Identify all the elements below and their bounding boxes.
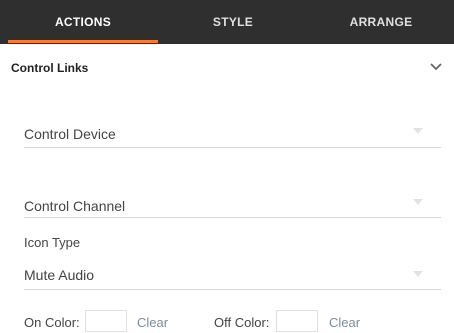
chevron-down-icon[interactable]: [429, 62, 443, 72]
field-underline: [24, 147, 441, 148]
tab-bar: ACTIONS STYLE ARRANGE: [0, 0, 454, 44]
off-color-label: Off Color:: [214, 315, 270, 330]
section-title: Control Links: [11, 61, 89, 75]
color-row: On Color: Clear Off Color: Clear: [0, 310, 454, 332]
tab-style[interactable]: STYLE: [158, 0, 308, 44]
dropdown-caret-icon: [413, 128, 423, 134]
tab-arrange[interactable]: ARRANGE: [308, 0, 454, 44]
icon-type-label: Icon Type: [24, 235, 81, 250]
icon-type-value: Mute Audio: [24, 267, 95, 283]
on-color-clear-button[interactable]: Clear: [137, 315, 168, 330]
control-channel-label: Control Channel: [24, 198, 126, 214]
field-underline: [24, 289, 441, 290]
dropdown-caret-icon: [413, 199, 423, 205]
off-color-clear-button[interactable]: Clear: [329, 315, 360, 330]
off-color-swatch[interactable]: [276, 310, 318, 332]
control-device-label: Control Device: [24, 126, 116, 142]
on-color-swatch[interactable]: [85, 310, 127, 332]
dropdown-caret-icon: [413, 271, 423, 277]
on-color-label: On Color:: [24, 315, 80, 330]
active-tab-indicator: [8, 40, 158, 43]
tab-actions[interactable]: ACTIONS: [8, 0, 158, 44]
field-underline: [24, 217, 441, 218]
control-links-header[interactable]: Control Links: [0, 44, 454, 94]
